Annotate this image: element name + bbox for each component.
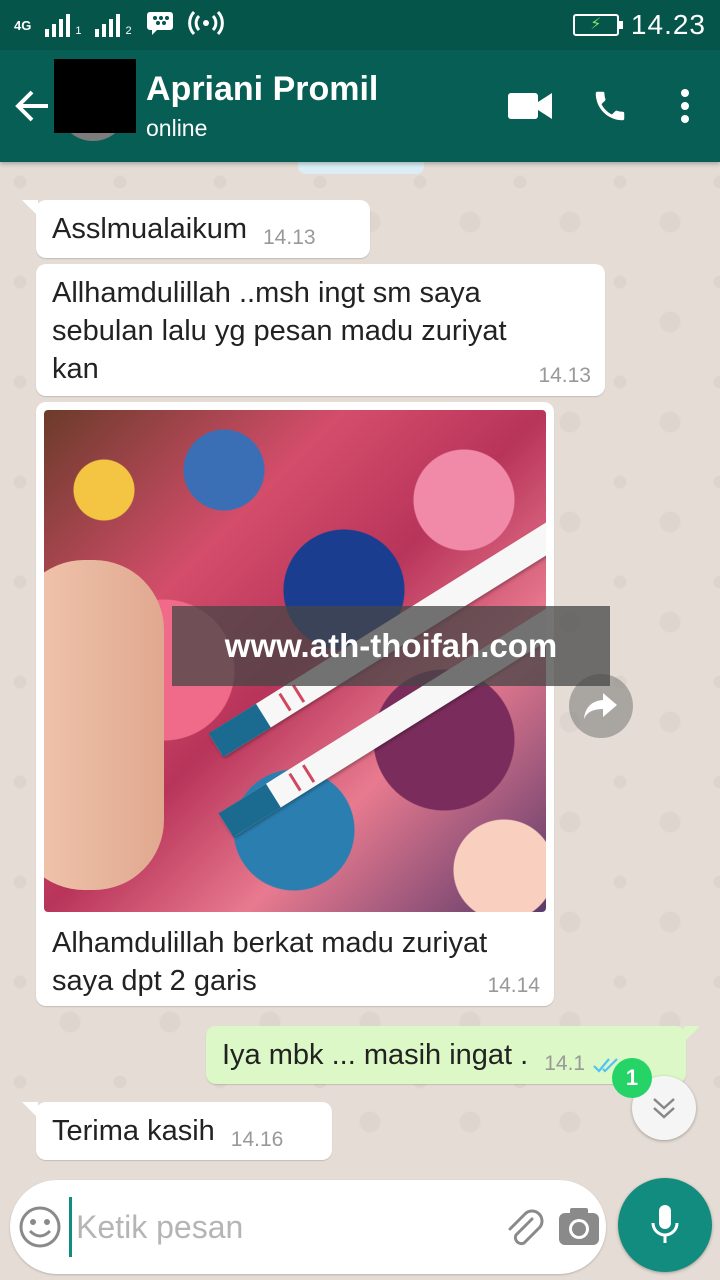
phone-icon [595, 91, 625, 121]
video-call-button[interactable] [490, 50, 570, 162]
voice-record-button[interactable] [618, 1178, 712, 1272]
bbm-icon [146, 11, 174, 40]
avatar-redaction [54, 59, 136, 133]
more-vert-icon [681, 89, 689, 123]
message-input[interactable] [69, 1197, 497, 1257]
camera-icon [558, 1208, 599, 1245]
message-time: 14.1 [544, 1052, 586, 1075]
message-text: Allhamdulillah ..msh ingt sm saya sebula… [52, 277, 507, 385]
clock: 14.23 [630, 9, 706, 40]
sim1-label: 1 [75, 25, 82, 37]
sim2-label: 2 [125, 25, 132, 37]
message-text: Iya mbk ... masih ingat . [222, 1039, 529, 1071]
arrow-left-icon [15, 90, 48, 122]
emoji-icon [19, 1206, 61, 1248]
voice-call-button[interactable] [570, 50, 650, 162]
message-time: 14.16 [230, 1128, 284, 1151]
message-text: Asslmualaikum [52, 213, 247, 245]
forward-icon [584, 693, 617, 719]
status-bar: 4G 1 2 ⚡ 14.23 [0, 0, 720, 50]
camera-button[interactable] [551, 1180, 606, 1274]
message-time: 14.13 [538, 364, 591, 387]
message-bubble[interactable]: Terima kasih 14.16 [22, 1102, 332, 1160]
date-chip [298, 162, 424, 174]
composer-bar [0, 1168, 720, 1280]
unread-count-badge: 1 [612, 1058, 652, 1098]
chevron-double-down-icon [653, 1098, 675, 1119]
emoji-button[interactable] [10, 1180, 69, 1274]
watermark: www.ath-thoifah.com [172, 606, 610, 686]
image-message-bubble[interactable]: Alhamdulillah berkat madu zuriyat saya d… [36, 402, 554, 1006]
message-bubble[interactable]: Allhamdulillah ..msh ingt sm saya sebula… [36, 264, 605, 396]
message-bubble[interactable]: Asslmualaikum 14.13 [22, 200, 370, 258]
contact-name: Apriani Promil [146, 70, 379, 108]
paperclip-icon [508, 1209, 543, 1246]
hotspot-icon [187, 10, 224, 41]
network-type: 4G [14, 17, 32, 33]
video-call-icon [508, 93, 552, 119]
avatar[interactable] [54, 59, 136, 141]
attach-button[interactable] [496, 1180, 551, 1274]
chat-header: Apriani Promil online [0, 50, 720, 162]
battery-icon: ⚡ [572, 14, 623, 36]
mic-icon [651, 1205, 679, 1243]
signal-sim1-icon: 1 [45, 13, 81, 37]
contact-info[interactable]: Apriani Promil online [146, 69, 378, 143]
more-options-button[interactable] [650, 50, 720, 162]
message-text: Terima kasih [52, 1115, 215, 1147]
message-time: 14.14 [487, 974, 540, 997]
chat-area[interactable]: Asslmualaikum 14.13 Allhamdulillah ..msh… [0, 162, 720, 1180]
message-time: 14.13 [263, 226, 316, 249]
composer [10, 1180, 606, 1274]
contact-status: online [146, 115, 208, 141]
image-caption: Alhamdulillah berkat madu zuriyat saya d… [52, 927, 488, 997]
signal-sim2-icon: 2 [95, 13, 132, 37]
